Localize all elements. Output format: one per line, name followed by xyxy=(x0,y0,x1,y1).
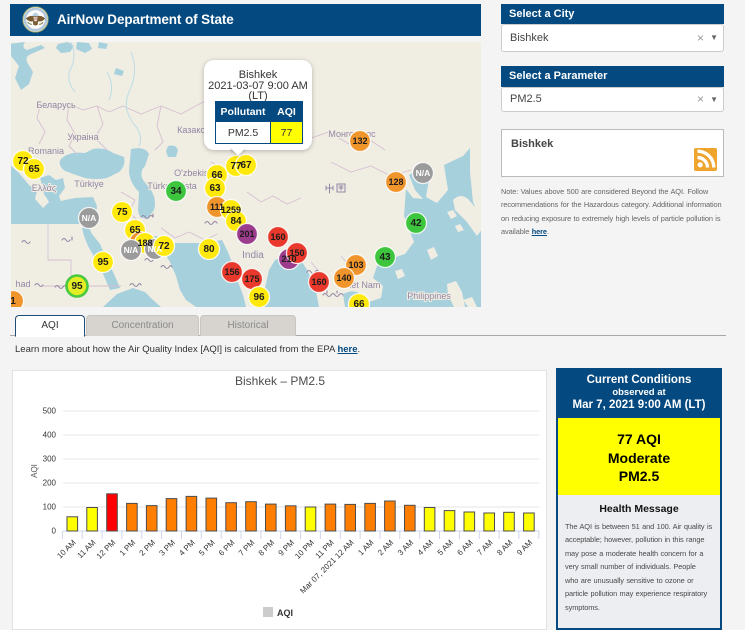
svg-text:103: 103 xyxy=(348,260,363,270)
svg-text:Ελλάς: Ελλάς xyxy=(32,183,57,193)
svg-text:75: 75 xyxy=(116,207,128,218)
svg-text:500: 500 xyxy=(43,407,57,416)
svg-text:66: 66 xyxy=(211,170,223,181)
svg-text:72: 72 xyxy=(158,241,170,252)
svg-text:132: 132 xyxy=(352,136,367,146)
svg-text:N/A: N/A xyxy=(416,168,431,178)
svg-text:66: 66 xyxy=(353,299,365,307)
svg-text:63: 63 xyxy=(209,183,221,194)
svg-text:43: 43 xyxy=(379,252,391,263)
svg-text:9 AM: 9 AM xyxy=(515,538,534,557)
svg-text:Romania: Romania xyxy=(28,146,64,156)
svg-text:1 PM: 1 PM xyxy=(118,538,138,558)
svg-text:95: 95 xyxy=(97,257,109,268)
svg-text:Украіна: Украіна xyxy=(67,132,98,142)
svg-text:1: 1 xyxy=(11,296,16,307)
svg-text:8 PM: 8 PM xyxy=(257,538,277,558)
svg-text:400: 400 xyxy=(43,431,57,440)
svg-text:42: 42 xyxy=(410,218,422,229)
svg-text:65: 65 xyxy=(28,164,40,175)
svg-text:11 AM: 11 AM xyxy=(76,538,98,560)
svg-text:160: 160 xyxy=(270,232,285,242)
svg-text:160: 160 xyxy=(311,277,326,287)
svg-text:6 AM: 6 AM xyxy=(455,538,474,557)
svg-text:34: 34 xyxy=(170,186,182,197)
svg-text:96: 96 xyxy=(253,292,265,303)
svg-text:201: 201 xyxy=(239,229,254,239)
svg-text:80: 80 xyxy=(203,244,215,255)
svg-text:Bishkek – PM2.5: Bishkek – PM2.5 xyxy=(235,374,325,388)
svg-text:175: 175 xyxy=(244,274,259,284)
svg-text:200: 200 xyxy=(43,479,57,488)
svg-text:4 AM: 4 AM xyxy=(416,538,435,557)
svg-text:3 AM: 3 AM xyxy=(396,538,415,557)
svg-text:3 PM: 3 PM xyxy=(157,538,177,558)
svg-text:72: 72 xyxy=(17,156,29,167)
svg-text:100: 100 xyxy=(43,503,57,512)
svg-text:India: India xyxy=(242,250,264,261)
svg-text:140: 140 xyxy=(336,273,351,283)
svg-text:95: 95 xyxy=(71,281,83,292)
svg-text:156: 156 xyxy=(224,267,239,277)
svg-text:65: 65 xyxy=(129,225,141,236)
svg-text:7 PM: 7 PM xyxy=(237,538,257,558)
svg-text:150: 150 xyxy=(289,248,304,258)
svg-text:N/A: N/A xyxy=(82,213,97,223)
svg-text:128: 128 xyxy=(388,177,403,187)
svg-text:Беларусь: Беларусь xyxy=(36,100,76,110)
svg-text:AQI: AQI xyxy=(277,608,293,618)
svg-text:10 PM: 10 PM xyxy=(293,538,316,561)
svg-text:Philippines: Philippines xyxy=(407,291,451,301)
svg-text:5 PM: 5 PM xyxy=(197,538,217,558)
svg-text:8 AM: 8 AM xyxy=(495,538,514,557)
svg-text:had: had xyxy=(15,279,30,289)
svg-text:4 PM: 4 PM xyxy=(177,538,197,558)
svg-text:0: 0 xyxy=(52,527,57,536)
svg-text:1 AM: 1 AM xyxy=(356,538,375,557)
svg-text:84: 84 xyxy=(230,216,242,227)
svg-text:10 AM: 10 AM xyxy=(55,538,78,561)
svg-text:300: 300 xyxy=(43,455,57,464)
svg-text:2 AM: 2 AM xyxy=(376,538,395,557)
svg-text:2 PM: 2 PM xyxy=(138,538,158,558)
svg-text:AQI: AQI xyxy=(30,464,39,478)
svg-text:5 AM: 5 AM xyxy=(436,538,455,557)
svg-text:6 PM: 6 PM xyxy=(217,538,237,558)
svg-text:Türkiye: Türkiye xyxy=(74,179,104,189)
svg-text:1259: 1259 xyxy=(221,205,241,215)
svg-text:12 PM: 12 PM xyxy=(95,538,118,561)
svg-text:67: 67 xyxy=(240,160,252,171)
svg-text:N/A: N/A xyxy=(124,245,139,255)
svg-text:7 AM: 7 AM xyxy=(475,538,494,557)
